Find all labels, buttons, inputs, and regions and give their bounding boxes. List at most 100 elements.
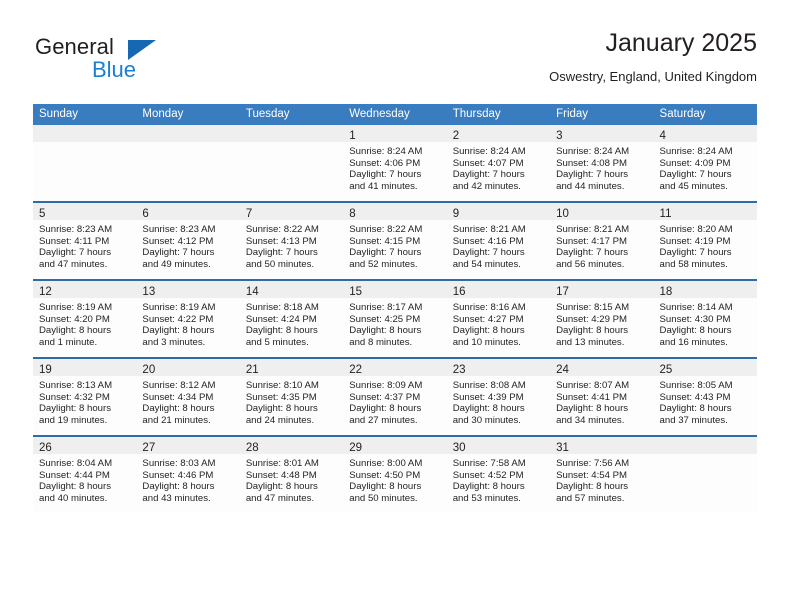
calendar-day-cell-empty	[653, 435, 757, 513]
day-number: 18	[659, 286, 673, 298]
day-number-band: 28	[239, 437, 344, 454]
day-number-band: 22	[343, 359, 447, 376]
day-number-band: 7	[239, 203, 344, 220]
calendar-day-cell[interactable]: 7 Sunrise: 8:22 AM Sunset: 4:13 PM Daylight…	[239, 201, 344, 280]
calendar-day-cell[interactable]: 23 Sunrise: 8:08 AM Sunset: 4:39 PM Dayligh…	[446, 357, 551, 436]
day-number: 19	[39, 364, 52, 376]
calendar-day-cell[interactable]: 6 Sunrise: 8:23 AM Sunset: 4:12 PM Daylight…	[136, 201, 240, 280]
sunrise-text: Sunrise: 8:19 AM	[39, 302, 113, 313]
calendar-day-cell[interactable]: 26 Sunrise: 8:04 AM Sunset: 4:44 PM Dayligh…	[33, 435, 137, 513]
calendar-day-cell[interactable]: 22 Sunrise: 8:09 AM Sunset: 4:37 PM Dayligh…	[343, 357, 447, 436]
daylight-text-line1: Daylight: 8 hours	[39, 403, 111, 415]
day-number-band: 9	[446, 203, 551, 220]
calendar-day-cell[interactable]: 30 Sunrise: 7:58 AM Sunset: 4:52 PM Dayligh…	[446, 435, 551, 513]
day-details: Sunrise: 8:15 AM Sunset: 4:29 PM Daylight:…	[550, 298, 653, 348]
day-details: Sunrise: 8:10 AM Sunset: 4:35 PM Daylight:…	[240, 376, 343, 426]
calendar-day-cell-empty	[136, 125, 240, 202]
day-details: Sunrise: 8:23 AM Sunset: 4:11 PM Daylight:…	[33, 220, 136, 270]
calendar-day-cell[interactable]: 31 Sunrise: 7:56 AM Sunset: 4:54 PM Dayligh…	[550, 435, 654, 513]
calendar-day-cell[interactable]: 12 Sunrise: 8:19 AM Sunset: 4:20 PM Dayligh…	[33, 279, 137, 358]
day-details: Sunrise: 8:18 AM Sunset: 4:24 PM Daylight:…	[240, 298, 343, 348]
sunset-text: Sunset: 4:30 PM	[659, 313, 731, 325]
calendar-day-cell[interactable]: 15 Sunrise: 8:17 AM Sunset: 4:25 PM Dayligh…	[343, 279, 447, 358]
daylight-text-line1: Daylight: 8 hours	[556, 325, 629, 337]
sunset-text: Sunset: 4:09 PM	[659, 157, 731, 169]
calendar-day-cell[interactable]: 3 Sunrise: 8:24 AM Sunset: 4:08 PM Daylight…	[550, 125, 654, 202]
day-number: 7	[245, 208, 253, 220]
day-details: Sunrise: 8:24 AM Sunset: 4:07 PM Daylight:…	[447, 142, 550, 192]
daylight-text-line2: and 21 minutes.	[142, 414, 211, 426]
sunrise-text: Sunrise: 8:16 AM	[452, 302, 526, 313]
sunset-text: Sunset: 4:54 PM	[556, 469, 628, 481]
page-title: January 2025	[605, 29, 757, 57]
calendar-day-cell[interactable]: 21 Sunrise: 8:10 AM Sunset: 4:35 PM Dayligh…	[239, 357, 344, 436]
day-number: 16	[452, 286, 466, 298]
daylight-text-line2: and 45 minutes.	[659, 180, 728, 192]
daylight-text-line2: and 47 minutes.	[245, 492, 315, 504]
day-number: 13	[142, 286, 156, 298]
calendar-day-cell[interactable]: 4 Sunrise: 8:24 AM Sunset: 4:09 PM Daylight…	[653, 125, 757, 202]
day-cell-inner: 31 Sunrise: 7:56 AM Sunset: 4:54 PM Dayligh…	[550, 437, 654, 513]
calendar-day-cell[interactable]: 18 Sunrise: 8:14 AM Sunset: 4:30 PM Dayligh…	[653, 279, 757, 358]
sunrise-text: Sunrise: 8:15 AM	[556, 302, 630, 313]
day-details: Sunrise: 8:09 AM Sunset: 4:37 PM Daylight:…	[343, 376, 446, 426]
calendar-day-cell[interactable]: 2 Sunrise: 8:24 AM Sunset: 4:07 PM Daylight…	[446, 125, 551, 202]
day-details	[240, 142, 343, 146]
day-number-band: 17	[550, 281, 654, 298]
calendar-day-cell[interactable]: 27 Sunrise: 8:03 AM Sunset: 4:46 PM Dayligh…	[136, 435, 240, 513]
day-number-band: 12	[33, 281, 137, 298]
daylight-text-line2: and 34 minutes.	[556, 414, 625, 426]
sunrise-text: Sunrise: 8:22 AM	[349, 224, 423, 235]
calendar-day-cell[interactable]: 10 Sunrise: 8:21 AM Sunset: 4:17 PM Dayligh…	[550, 201, 654, 280]
day-details: Sunrise: 8:03 AM Sunset: 4:46 PM Daylight:…	[136, 454, 239, 504]
sunset-text: Sunset: 4:39 PM	[452, 391, 524, 403]
day-number: 23	[452, 364, 466, 376]
day-cell-inner: 26 Sunrise: 8:04 AM Sunset: 4:44 PM Dayligh…	[33, 437, 137, 513]
calendar-day-cell[interactable]: 17 Sunrise: 8:15 AM Sunset: 4:29 PM Dayligh…	[550, 279, 654, 358]
daylight-text-line2: and 10 minutes.	[452, 336, 521, 348]
calendar-day-cell[interactable]: 19 Sunrise: 8:13 AM Sunset: 4:32 PM Dayligh…	[33, 357, 137, 436]
calendar-day-cell[interactable]: 25 Sunrise: 8:05 AM Sunset: 4:43 PM Dayligh…	[653, 357, 757, 436]
calendar-day-cell[interactable]: 11 Sunrise: 8:20 AM Sunset: 4:19 PM Dayligh…	[653, 201, 757, 280]
day-number: 11	[659, 208, 672, 220]
calendar-day-cell[interactable]: 29 Sunrise: 8:00 AM Sunset: 4:50 PM Dayligh…	[343, 435, 447, 513]
day-cell-inner: 23 Sunrise: 8:08 AM Sunset: 4:39 PM Dayligh…	[446, 359, 551, 435]
daylight-text-line2: and 8 minutes.	[349, 336, 413, 348]
calendar-day-cell[interactable]: 16 Sunrise: 8:16 AM Sunset: 4:27 PM Dayligh…	[446, 279, 551, 358]
sunset-text: Sunset: 4:22 PM	[142, 313, 214, 325]
calendar-day-cell[interactable]: 28 Sunrise: 8:01 AM Sunset: 4:48 PM Dayligh…	[239, 435, 344, 513]
calendar-day-cell[interactable]: 8 Sunrise: 8:22 AM Sunset: 4:15 PM Daylight…	[343, 201, 447, 280]
calendar-day-cell[interactable]: 14 Sunrise: 8:18 AM Sunset: 4:24 PM Dayligh…	[239, 279, 344, 358]
calendar-day-cell[interactable]: 9 Sunrise: 8:21 AM Sunset: 4:16 PM Daylight…	[446, 201, 551, 280]
daylight-text-line1: Daylight: 7 hours	[349, 169, 422, 181]
calendar-day-cell[interactable]: 5 Sunrise: 8:23 AM Sunset: 4:11 PM Daylight…	[33, 201, 137, 280]
day-details: Sunrise: 8:08 AM Sunset: 4:39 PM Daylight:…	[447, 376, 550, 426]
calendar-day-cell[interactable]: 1 Sunrise: 8:24 AM Sunset: 4:06 PM Daylight…	[343, 125, 447, 202]
calendar-day-cell[interactable]: 13 Sunrise: 8:19 AM Sunset: 4:22 PM Dayligh…	[136, 279, 240, 358]
daylight-text-line2: and 13 minutes.	[556, 336, 625, 348]
day-cell-inner: 12 Sunrise: 8:19 AM Sunset: 4:20 PM Dayligh…	[33, 281, 137, 357]
daylight-text-line2: and 16 minutes.	[659, 336, 728, 348]
calendar-day-cell[interactable]: 24 Sunrise: 8:07 AM Sunset: 4:41 PM Dayligh…	[550, 357, 654, 436]
daylight-text-line1: Daylight: 7 hours	[659, 247, 732, 259]
day-number: 24	[556, 364, 569, 376]
day-number: 26	[39, 442, 52, 454]
daylight-text-line1: Daylight: 8 hours	[39, 481, 111, 493]
calendar-week-row: 12 Sunrise: 8:19 AM Sunset: 4:20 PM Dayligh…	[33, 279, 757, 358]
weekday-header-thursday: Thursday	[446, 104, 551, 125]
sunrise-text: Sunrise: 8:23 AM	[39, 224, 113, 235]
daylight-text-line1: Daylight: 8 hours	[142, 325, 215, 337]
day-number-band: 30	[446, 437, 551, 454]
daylight-text-line2: and 57 minutes.	[556, 492, 625, 504]
day-number-band: 14	[239, 281, 344, 298]
page-subtitle: Oswestry, England, United Kingdom	[549, 69, 757, 84]
calendar-day-cell-empty	[239, 125, 344, 202]
day-details	[136, 142, 239, 146]
calendar-table: Sunday Monday Tuesday Wednesday Thursday Frid…	[33, 104, 757, 513]
weekday-header-tuesday: Tuesday	[239, 104, 344, 125]
day-number-band: 18	[653, 281, 757, 298]
day-number: 29	[349, 442, 363, 454]
weekday-header-saturday: Saturday	[653, 104, 757, 125]
calendar-day-cell[interactable]: 20 Sunrise: 8:12 AM Sunset: 4:34 PM Dayligh…	[136, 357, 240, 436]
day-details: Sunrise: 8:23 AM Sunset: 4:12 PM Daylight:…	[136, 220, 239, 270]
